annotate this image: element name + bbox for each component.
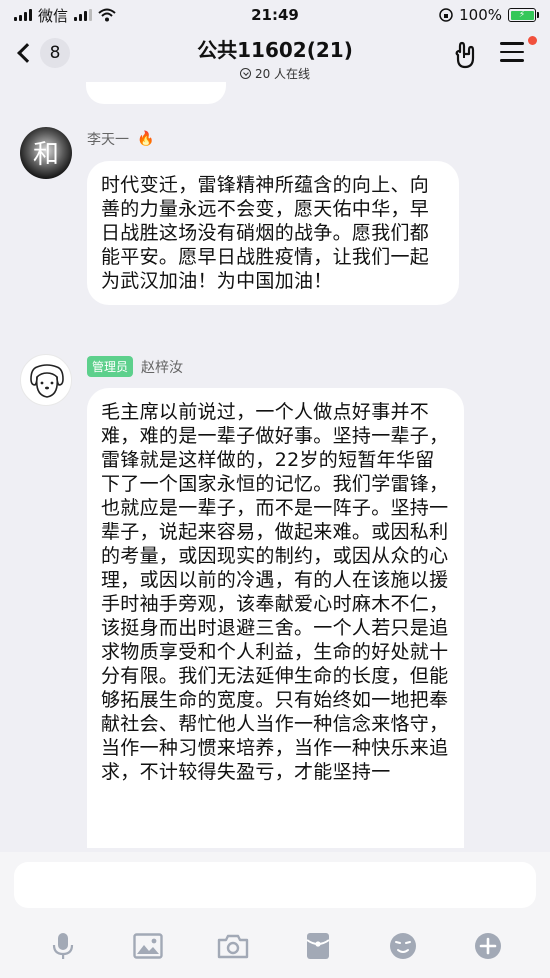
status-left: 微信 xyxy=(14,5,116,26)
message-bubble[interactable]: 毛主席以前说过，一个人做点好事并不难，难的是一辈子做好事。坚持一辈子，雷锋就是这… xyxy=(87,388,464,848)
svg-text:和: 和 xyxy=(33,140,59,170)
red-packet-icon[interactable] xyxy=(302,930,334,962)
previous-message-bubble xyxy=(86,82,226,104)
emoji-icon[interactable] xyxy=(387,930,419,962)
avatar[interactable]: 和 xyxy=(20,127,72,179)
sender-row: 李天一 🔥 xyxy=(87,129,154,149)
battery-icon: ⚡ xyxy=(508,8,539,22)
input-panel xyxy=(0,852,550,978)
cellular-signal-icon xyxy=(14,9,32,21)
sender-name: 赵梓汝 xyxy=(141,359,184,376)
dog-doodle-icon xyxy=(30,364,64,398)
notification-dot xyxy=(528,36,537,45)
camera-icon[interactable] xyxy=(217,930,249,962)
wifi-icon xyxy=(98,8,116,22)
rock-hand-icon[interactable] xyxy=(452,40,482,70)
image-icon[interactable] xyxy=(132,930,164,962)
avatar[interactable] xyxy=(20,354,72,406)
chat-area[interactable]: 和 李天一 🔥 时代变迁，雷锋精神所蕴含的向上、向善的力量永远不会变，愿天佑中华… xyxy=(0,82,550,852)
status-bar: 微信 21:49 100% ⚡ xyxy=(0,0,550,30)
message-input[interactable] xyxy=(14,862,536,908)
signal-bars-icon xyxy=(74,9,93,21)
status-right: 100% ⚡ xyxy=(439,6,539,24)
menu-icon[interactable] xyxy=(500,42,524,66)
orientation-lock-icon xyxy=(439,8,453,22)
online-count: 20 人在线 xyxy=(254,67,311,81)
sender-row: 管理员 赵梓汝 xyxy=(87,356,183,377)
nav-bar: 8 公共11602(21) 20 人在线 xyxy=(0,30,550,82)
message-bubble[interactable]: 时代变迁，雷锋精神所蕴含的向上、向善的力量永远不会变，愿天佑中华，早日战胜这场没… xyxy=(87,161,459,305)
online-indicator-icon xyxy=(239,68,251,79)
microphone-icon[interactable] xyxy=(47,930,79,962)
plus-icon[interactable] xyxy=(472,930,504,962)
fire-icon: 🔥 xyxy=(137,131,155,147)
sender-name: 李天一 xyxy=(87,132,129,148)
admin-badge: 管理员 xyxy=(87,356,134,377)
input-toolbar xyxy=(0,926,550,966)
carrier-label: 微信 xyxy=(38,6,69,25)
battery-percent: 100% xyxy=(459,6,502,24)
